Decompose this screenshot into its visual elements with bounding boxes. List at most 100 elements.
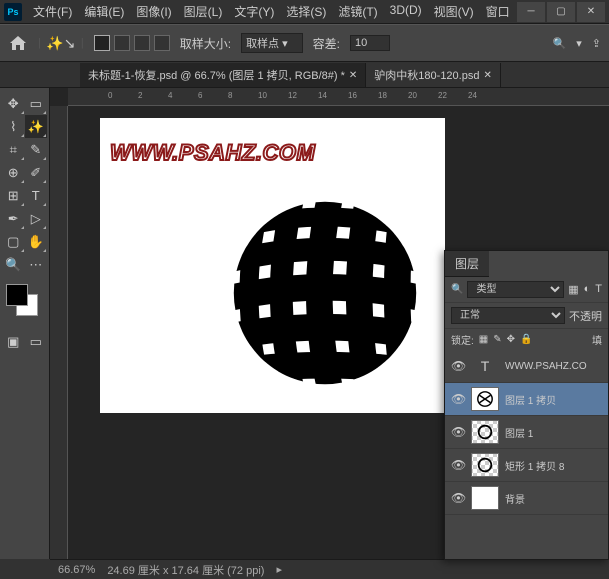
heal-tool[interactable]: ⊕: [2, 161, 25, 184]
subtract-selection-button[interactable]: [134, 35, 150, 51]
gear-icon[interactable]: ▾: [576, 37, 582, 50]
tab-title: 未标题-1-恢复.psd @ 66.7% (图层 1 拷贝, RGB/8#) *: [88, 67, 345, 83]
visibility-icon[interactable]: 👁: [451, 458, 465, 472]
layer-thumb[interactable]: [471, 387, 499, 411]
layer-thumb[interactable]: [471, 486, 499, 510]
filter-icons: ▦ ◐ T: [568, 283, 602, 296]
layers-panel[interactable]: 图层 🔍 类型 ▦ ◐ T 正常 不透明 锁定: ▦ ✎ ✥ 🔒 填 👁 T W…: [444, 250, 609, 560]
document-tabs: 未标题-1-恢复.psd @ 66.7% (图层 1 拷贝, RGB/8#) *…: [0, 62, 609, 88]
maximize-button[interactable]: ▢: [547, 2, 575, 22]
document-tab-1[interactable]: 未标题-1-恢复.psd @ 66.7% (图层 1 拷贝, RGB/8#) *…: [80, 63, 366, 87]
lock-pixels-icon[interactable]: ▦: [479, 334, 488, 345]
magic-wand-icon[interactable]: ✨↘: [51, 33, 71, 53]
menu-filter[interactable]: 滤镜(T): [333, 1, 382, 22]
menu-image[interactable]: 图像(I): [131, 1, 176, 22]
menu-layer[interactable]: 图层(L): [179, 1, 228, 22]
foreground-swatch[interactable]: [6, 284, 28, 306]
layer-thumb[interactable]: [471, 453, 499, 477]
lasso-tool[interactable]: ⌇: [2, 115, 25, 138]
filter-adjust-icon[interactable]: ◐: [584, 283, 591, 296]
intersect-selection-button[interactable]: [154, 35, 170, 51]
artboard-tool[interactable]: ▭: [25, 92, 48, 115]
stamp-tool[interactable]: ⊞: [2, 184, 25, 207]
watermark-text: WWW.PSAHZ.COM: [110, 140, 315, 166]
window-controls: ─ ▢ ✕: [517, 2, 605, 22]
menu-edit[interactable]: 编辑(E): [79, 1, 129, 22]
color-swatches[interactable]: [6, 284, 38, 316]
path-select-tool[interactable]: ▷: [25, 207, 48, 230]
more-tools[interactable]: ⋯: [25, 253, 48, 276]
lock-position-icon[interactable]: ✎: [493, 334, 501, 345]
new-selection-button[interactable]: [94, 35, 110, 51]
filter-pixel-icon[interactable]: ▦: [568, 283, 578, 296]
layer-name[interactable]: WWW.PSAHZ.CO: [505, 361, 587, 372]
move-tool[interactable]: ✥: [2, 92, 25, 115]
tab-close-icon[interactable]: ✕: [483, 70, 491, 81]
layer-thumb[interactable]: [471, 420, 499, 444]
lock-row: 锁定: ▦ ✎ ✥ 🔒 填: [445, 329, 608, 350]
sample-size-select[interactable]: 取样点 ▾: [241, 33, 303, 53]
zoom-level[interactable]: 66.67%: [58, 564, 95, 576]
visibility-icon[interactable]: 👁: [451, 425, 465, 439]
blend-mode-select[interactable]: 正常: [451, 307, 565, 324]
home-icon[interactable]: [8, 33, 28, 53]
screen-mode-button[interactable]: ▭: [25, 330, 48, 353]
ruler-horizontal[interactable]: 024681012141618202224: [68, 88, 609, 106]
search-icon[interactable]: 🔍: [451, 284, 463, 295]
layer-name[interactable]: 图层 1: [505, 425, 533, 440]
menu-window[interactable]: 窗口: [481, 1, 515, 22]
menu-3d[interactable]: 3D(D): [385, 1, 427, 22]
shape-tool[interactable]: ▢: [2, 230, 25, 253]
layer-row[interactable]: 👁 T WWW.PSAHZ.CO: [445, 350, 608, 383]
layer-row[interactable]: 👁 背景: [445, 482, 608, 515]
ruler-vertical[interactable]: [50, 106, 68, 559]
visibility-icon[interactable]: 👁: [451, 359, 465, 373]
close-button[interactable]: ✕: [577, 2, 605, 22]
type-tool[interactable]: T: [25, 184, 48, 207]
document-dimensions[interactable]: 24.69 厘米 x 17.64 厘米 (72 ppi): [107, 562, 264, 578]
add-selection-button[interactable]: [114, 35, 130, 51]
chevron-right-icon[interactable]: ▸: [276, 563, 282, 576]
selection-mode-group: [94, 35, 170, 51]
lock-all-icon[interactable]: 🔒: [520, 334, 532, 345]
layer-row[interactable]: 👁 图层 1 拷贝: [445, 383, 608, 416]
visibility-icon[interactable]: 👁: [451, 491, 465, 505]
tab-close-icon[interactable]: ✕: [349, 70, 357, 81]
brush-tool[interactable]: ✐: [25, 161, 48, 184]
sample-size-label: 取样大小:: [180, 35, 231, 52]
zoom-tool[interactable]: 🔍: [2, 253, 25, 276]
crop-tool[interactable]: ⌗: [2, 138, 25, 161]
minimize-button[interactable]: ─: [517, 2, 545, 22]
magic-wand-tool[interactable]: ✨: [25, 115, 48, 138]
quick-mask-button[interactable]: ▣: [2, 330, 25, 353]
layer-name[interactable]: 图层 1 拷贝: [505, 392, 556, 407]
status-bar: 66.67% 24.69 厘米 x 17.64 厘米 (72 ppi) ▸: [50, 559, 609, 579]
toolbox: ✥▭ ⌇✨ ⌗✎ ⊕✐ ⊞T ✒▷ ▢✋ 🔍⋯ ▣▭: [0, 88, 50, 559]
pen-tool[interactable]: ✒: [2, 207, 25, 230]
share-icon[interactable]: ⇪: [592, 37, 601, 50]
menu-file[interactable]: 文件(F): [28, 1, 77, 22]
layer-thumb-type[interactable]: T: [471, 354, 499, 378]
eyedropper-tool[interactable]: ✎: [25, 138, 48, 161]
hand-tool[interactable]: ✋: [25, 230, 48, 253]
canvas[interactable]: WWW.PSAHZ.COM: [100, 118, 445, 413]
filter-type-icon[interactable]: T: [595, 283, 602, 296]
menu-type[interactable]: 文字(Y): [229, 1, 279, 22]
opacity-label: 不透明: [569, 308, 602, 324]
layers-panel-tab[interactable]: 图层: [445, 251, 489, 277]
menu-view[interactable]: 视图(V): [429, 1, 479, 22]
lock-artboard-icon[interactable]: ✥: [507, 334, 515, 345]
search-icon[interactable]: 🔍: [553, 37, 567, 50]
visibility-icon[interactable]: 👁: [451, 392, 465, 406]
lock-label: 锁定:: [451, 332, 474, 347]
tab-title: 驴肉中秋180-120.psd: [374, 67, 479, 83]
layer-name[interactable]: 矩形 1 拷贝 8: [505, 458, 564, 473]
layer-row[interactable]: 👁 矩形 1 拷贝 8: [445, 449, 608, 482]
document-tab-2[interactable]: 驴肉中秋180-120.psd ✕: [366, 63, 501, 87]
tolerance-input[interactable]: [350, 35, 390, 51]
layer-filter-select[interactable]: 类型: [467, 281, 564, 298]
menu-select[interactable]: 选择(S): [281, 1, 331, 22]
layer-name[interactable]: 背景: [505, 491, 525, 506]
sphere-graphic: [230, 198, 420, 388]
layer-row[interactable]: 👁 图层 1: [445, 416, 608, 449]
